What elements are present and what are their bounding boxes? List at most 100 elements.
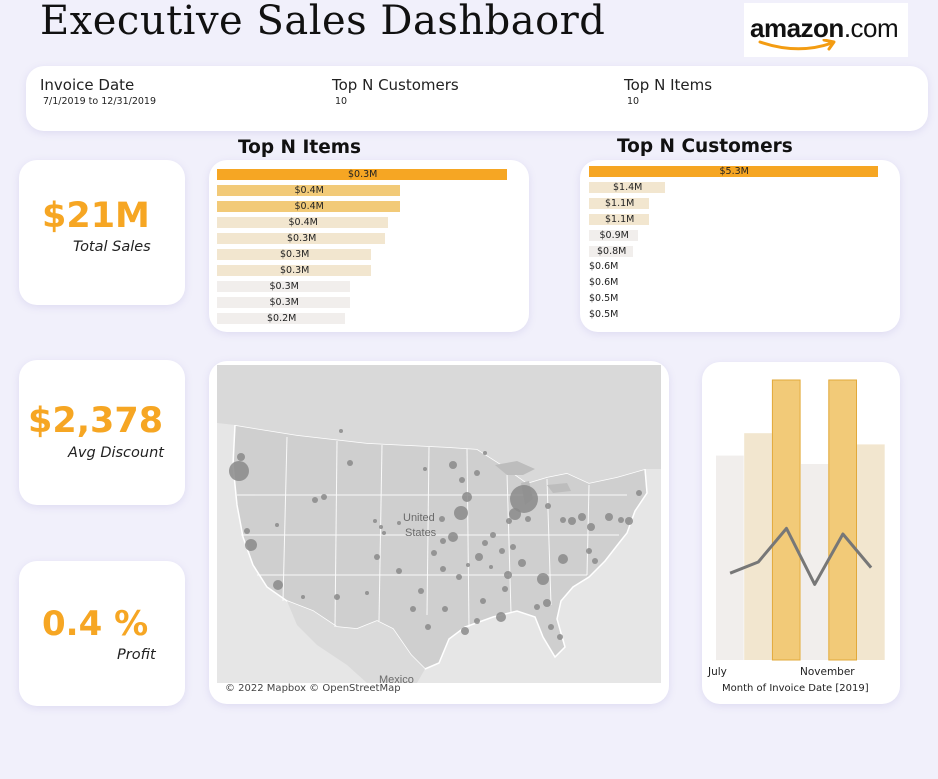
map-bubble[interactable]	[423, 467, 427, 471]
map-bubble[interactable]	[374, 554, 380, 560]
map-bubble[interactable]	[489, 565, 493, 569]
map-bubble[interactable]	[578, 513, 586, 521]
map-bubble[interactable]	[587, 523, 595, 531]
filter-top-n-customers[interactable]: Top N Customers 10	[332, 76, 459, 107]
month-bar[interactable]	[828, 379, 858, 661]
amazon-logo: amazon.com	[744, 3, 908, 57]
map-bubble[interactable]	[456, 574, 462, 580]
map-bubble[interactable]	[474, 470, 480, 476]
map-bubble[interactable]	[448, 532, 458, 542]
map-bubble[interactable]	[509, 508, 521, 520]
filter-invoice-date[interactable]: Invoice Date 7/1/2019 to 12/31/2019	[40, 76, 156, 107]
map-bubble[interactable]	[534, 604, 540, 610]
map-bubble[interactable]	[379, 525, 383, 529]
map-bubble[interactable]	[373, 519, 377, 523]
map-bubble[interactable]	[482, 540, 488, 546]
map-bubble[interactable]	[636, 490, 642, 496]
map-bubble[interactable]	[499, 548, 505, 554]
map-bubble[interactable]	[502, 586, 508, 592]
map-bubble[interactable]	[273, 580, 283, 590]
sales-map[interactable]: United States Mexico © 2022 Mapbox © Ope…	[209, 361, 669, 704]
filter-bar: Invoice Date 7/1/2019 to 12/31/2019 Top …	[26, 66, 928, 131]
customer-bar-label: $0.5M	[589, 293, 619, 305]
map-bubble[interactable]	[537, 573, 549, 585]
map-bubble[interactable]	[510, 544, 516, 550]
top-customers-chart: $5.3M $1.4M $1.1M $1.1M $0.9M $0.8M $0.6M $0.6M…	[580, 160, 900, 332]
map-bubble[interactable]	[334, 594, 340, 600]
map-bubble[interactable]	[568, 517, 576, 525]
map-bubble[interactable]	[339, 429, 343, 433]
map-bubble[interactable]	[480, 598, 486, 604]
map-bubble[interactable]	[418, 588, 424, 594]
map-bubble[interactable]	[543, 599, 551, 607]
map-bubble[interactable]	[461, 627, 469, 635]
map-bubble[interactable]	[525, 516, 531, 522]
map-bubble[interactable]	[237, 453, 245, 461]
x-tick-label: July	[708, 666, 727, 678]
map-bubble[interactable]	[245, 539, 257, 551]
item-bar-label: $0.4M	[294, 185, 324, 196]
map-bubble[interactable]	[506, 518, 512, 524]
map-bubble[interactable]	[496, 612, 506, 622]
map-attribution[interactable]: © 2022 Mapbox © OpenStreetMap	[225, 683, 401, 694]
map-bubble[interactable]	[440, 538, 446, 544]
customer-bar-label: $0.6M	[589, 277, 619, 289]
map-bubble[interactable]	[396, 568, 402, 574]
map-bubble[interactable]	[466, 563, 470, 567]
map-bubble[interactable]	[397, 521, 401, 525]
map-bubble[interactable]	[410, 606, 416, 612]
map-bubble[interactable]	[365, 591, 369, 595]
map-bubble[interactable]	[490, 532, 496, 538]
kpi-profit: 0.4 % Profit	[19, 561, 185, 706]
map-bubble[interactable]	[347, 460, 353, 466]
customer-bar-label: $0.6M	[589, 261, 619, 273]
map-bubble[interactable]	[312, 497, 318, 503]
map-bubble[interactable]	[518, 559, 526, 567]
map-bubble[interactable]	[244, 528, 250, 534]
map-bubble[interactable]	[557, 634, 563, 640]
filter-value[interactable]: 10	[335, 96, 459, 107]
map-bubble[interactable]	[560, 517, 566, 523]
filter-label: Invoice Date	[40, 76, 135, 94]
filter-value[interactable]: 10	[627, 96, 712, 107]
map-bubble[interactable]	[475, 553, 483, 561]
map-bubble[interactable]	[275, 523, 279, 527]
map-bubble[interactable]	[504, 571, 512, 579]
map-bubble[interactable]	[459, 477, 465, 483]
map-bubble[interactable]	[605, 513, 613, 521]
map-bubble[interactable]	[321, 494, 327, 500]
map-bubble[interactable]	[382, 531, 386, 535]
map-bubble[interactable]	[440, 566, 446, 572]
month-bar[interactable]	[771, 379, 801, 661]
map-bubble[interactable]	[301, 595, 305, 599]
map-bubble[interactable]	[462, 492, 472, 502]
smile-arrow-icon	[758, 39, 836, 51]
filter-value[interactable]: 7/1/2019 to 12/31/2019	[43, 96, 156, 107]
monthly-sales-chart: July November Month of Invoice Date [201…	[702, 362, 900, 704]
us-map[interactable]: United States Mexico	[217, 365, 661, 683]
x-tick-label: November	[800, 666, 855, 678]
map-bubble[interactable]	[449, 461, 457, 469]
map-bubble[interactable]	[592, 558, 598, 564]
map-bubble[interactable]	[439, 516, 445, 522]
item-bar-label: $0.3M	[269, 297, 299, 308]
month-bar[interactable]	[744, 433, 772, 660]
filter-top-n-items[interactable]: Top N Items 10	[624, 76, 712, 107]
map-bubble[interactable]	[548, 624, 554, 630]
map-bubble[interactable]	[483, 451, 487, 455]
map-bubble[interactable]	[229, 461, 249, 481]
month-bar[interactable]	[716, 455, 744, 660]
customer-bar-label: $0.5M	[589, 309, 619, 321]
map-bubble[interactable]	[425, 624, 431, 630]
map-bubble[interactable]	[625, 517, 633, 525]
map-bubble[interactable]	[454, 506, 468, 520]
map-bubble[interactable]	[558, 554, 568, 564]
month-bar[interactable]	[857, 444, 885, 660]
map-bubble[interactable]	[442, 606, 448, 612]
map-bubble[interactable]	[586, 548, 592, 554]
map-bubble[interactable]	[431, 550, 437, 556]
map-bubble[interactable]	[545, 503, 551, 509]
item-bar-label: $0.3M	[280, 249, 310, 260]
map-bubble[interactable]	[618, 517, 624, 523]
map-bubble[interactable]	[474, 618, 480, 624]
